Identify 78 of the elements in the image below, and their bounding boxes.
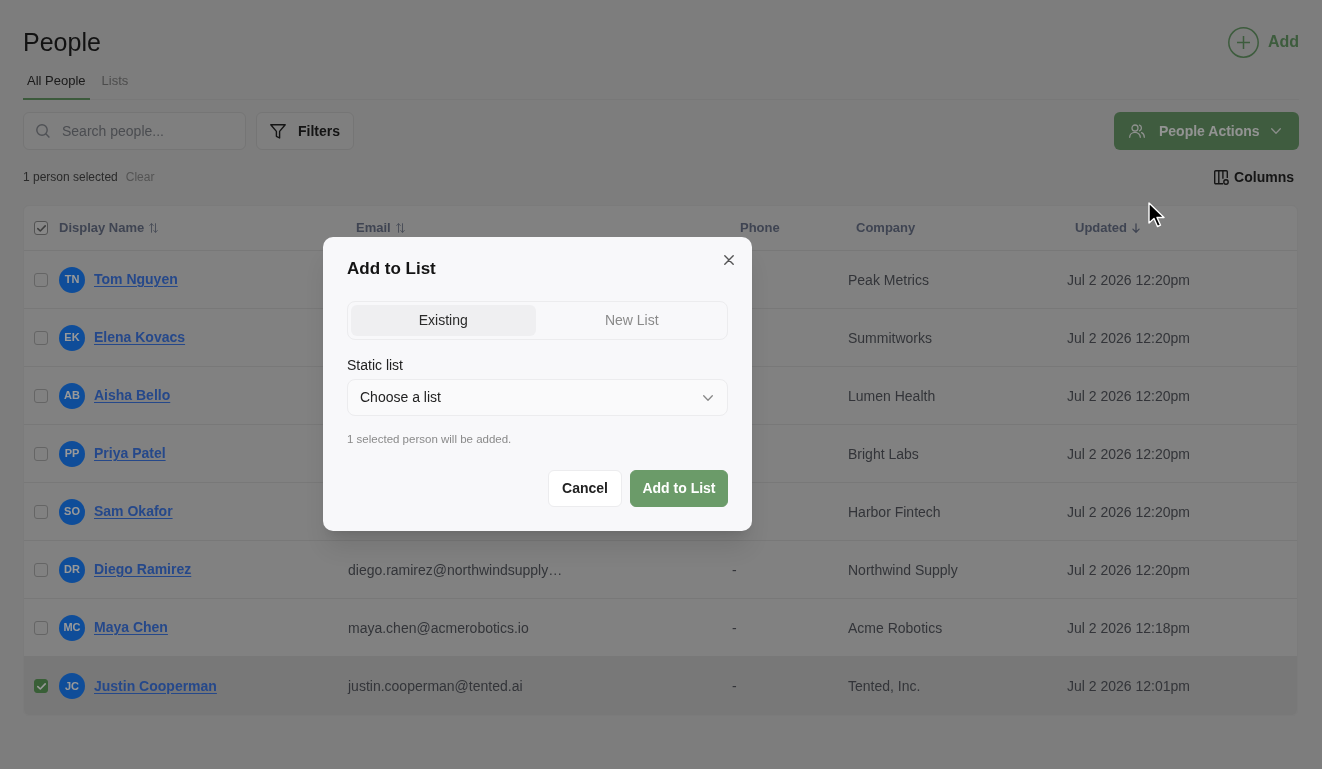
person-name-link[interactable]: Justin Cooperman (94, 675, 217, 697)
people-icon (1129, 124, 1145, 138)
updated-cell: Jul 2 2026 12:20pm (1067, 329, 1190, 346)
phone-cell: - (732, 561, 737, 578)
updated-cell: Jul 2 2026 12:20pm (1067, 387, 1190, 404)
avatar: MC (59, 614, 85, 641)
row-checkbox[interactable] (34, 679, 48, 693)
updated-cell: Jul 2 2026 12:20pm (1067, 445, 1190, 462)
cancel-button[interactable]: Cancel (548, 470, 622, 507)
person-name-link[interactable]: Tom Nguyen (94, 269, 178, 290)
company-cell: Northwind Supply (848, 561, 958, 578)
company-cell: Acme Robotics (848, 619, 943, 636)
checkmark-icon (36, 682, 46, 690)
avatar: EK (59, 324, 85, 351)
updated-cell: Jul 2 2026 12:20pm (1067, 561, 1190, 578)
mouse-cursor-icon (1148, 202, 1166, 228)
helper-text: 1 selected person will be added. (347, 432, 513, 447)
company-cell: Lumen Health (848, 387, 936, 404)
list-select[interactable]: Choose a list (347, 379, 728, 416)
add-to-list-button[interactable]: Add to List (630, 470, 728, 507)
email-cell: diego.ramirez@northwindsupply… (348, 561, 563, 578)
person-name-link[interactable]: Aisha Bello (94, 385, 171, 406)
chevron-down-icon (703, 394, 713, 401)
row-checkbox[interactable] (34, 272, 48, 287)
person-name-link[interactable]: Priya Patel (94, 443, 166, 464)
row-checkbox[interactable] (34, 562, 48, 577)
phone-cell: - (732, 678, 737, 694)
selection-count: 1 person selected (23, 169, 118, 186)
dialog-title: Add to List (347, 258, 437, 280)
company-cell: Harbor Fintech (848, 503, 941, 520)
phone-cell: - (732, 619, 737, 636)
email-cell: maya.chen@acmerobotics.io (348, 619, 529, 636)
company-cell: Tented, Inc. (848, 678, 921, 694)
chevron-down-icon (1271, 128, 1281, 134)
row-checkbox[interactable] (34, 330, 48, 345)
person-name-link[interactable]: Sam Okafor (94, 501, 173, 522)
column-header: Company (856, 219, 916, 238)
filter-icon (270, 123, 286, 139)
people-actions-button[interactable]: People Actions (1114, 112, 1299, 150)
company-cell: Peak Metrics (848, 271, 929, 288)
column-header[interactable]: Email (356, 218, 391, 238)
column-header[interactable]: Updated (1075, 218, 1127, 238)
page-title: People (23, 27, 101, 58)
row-checkbox[interactable] (34, 620, 48, 635)
person-name-link[interactable]: Elena Kovacs (94, 327, 186, 348)
updated-cell: Jul 2 2026 12:18pm (1067, 619, 1190, 636)
company-cell: Summitworks (848, 329, 932, 346)
updated-cell: Jul 2 2026 12:01pm (1067, 678, 1190, 694)
add-button[interactable]: Add (1227, 26, 1299, 58)
avatar: DR (59, 556, 85, 583)
column-header: Phone (740, 219, 780, 238)
select-all-checkbox[interactable] (34, 221, 48, 235)
avatar: AB (59, 382, 85, 409)
columns-icon (1214, 169, 1230, 185)
avatar: JC (59, 673, 85, 699)
person-name-link[interactable]: Diego Ramirez (94, 559, 192, 580)
person-name-link[interactable]: Maya Chen (94, 617, 168, 638)
company-cell: Bright Labs (848, 445, 919, 462)
column-header[interactable]: Display Name (59, 218, 145, 238)
checkmark-icon (36, 224, 46, 232)
updated-cell: Jul 2 2026 12:20pm (1067, 503, 1190, 520)
close-icon (724, 255, 734, 265)
row-checkbox[interactable] (34, 504, 48, 519)
dialog-tab[interactable]: Existing (351, 305, 536, 336)
avatar: SO (59, 498, 85, 525)
row-checkbox[interactable] (34, 388, 48, 403)
dialog-tab[interactable]: New List (539, 305, 724, 336)
email-cell: justin.cooperman@tented.ai (348, 678, 523, 694)
table-row[interactable]: JC Justin Cooperman justin.cooperman@tented.ai - Tented, Inc. Jul 2 2026 12:01pm (24, 657, 1297, 715)
plus-circle-icon (1227, 26, 1259, 58)
updated-cell: Jul 2 2026 12:20pm (1067, 271, 1190, 288)
avatar: PP (59, 440, 85, 467)
filters-button[interactable]: Filters (256, 112, 354, 150)
columns-button[interactable]: Columns (1214, 166, 1294, 188)
tab[interactable]: All People (23, 66, 90, 100)
search-icon (36, 124, 50, 138)
avatar: TN (59, 266, 85, 293)
row-checkbox[interactable] (34, 446, 48, 461)
